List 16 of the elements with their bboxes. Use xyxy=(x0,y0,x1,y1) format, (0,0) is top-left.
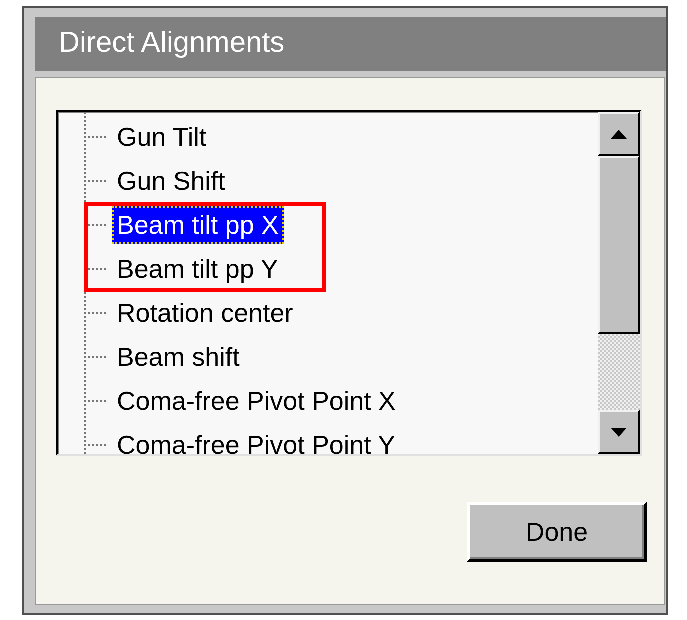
up-arrow-icon xyxy=(611,130,627,138)
scroll-down-button[interactable] xyxy=(598,410,640,454)
list-item[interactable]: Gun Shift xyxy=(112,162,230,200)
scroll-up-button[interactable] xyxy=(598,112,640,156)
list-item[interactable]: Rotation center xyxy=(112,294,298,332)
down-arrow-icon xyxy=(611,428,627,436)
window-title: Direct Alignments xyxy=(35,17,666,71)
scroll-thumb[interactable] xyxy=(598,156,640,334)
list-item[interactable]: Coma-free Pivot Point Y xyxy=(112,426,400,454)
list-item[interactable]: Gun Tilt xyxy=(112,118,212,156)
list-item[interactable]: Coma-free Pivot Point X xyxy=(112,382,401,420)
list-item[interactable]: Beam tilt pp Y xyxy=(112,250,284,288)
scrollbar[interactable] xyxy=(598,112,640,454)
list-item[interactable]: Beam tilt pp X xyxy=(112,206,284,244)
list-item[interactable]: Beam shift xyxy=(112,338,245,376)
done-button[interactable]: Done xyxy=(467,502,647,562)
